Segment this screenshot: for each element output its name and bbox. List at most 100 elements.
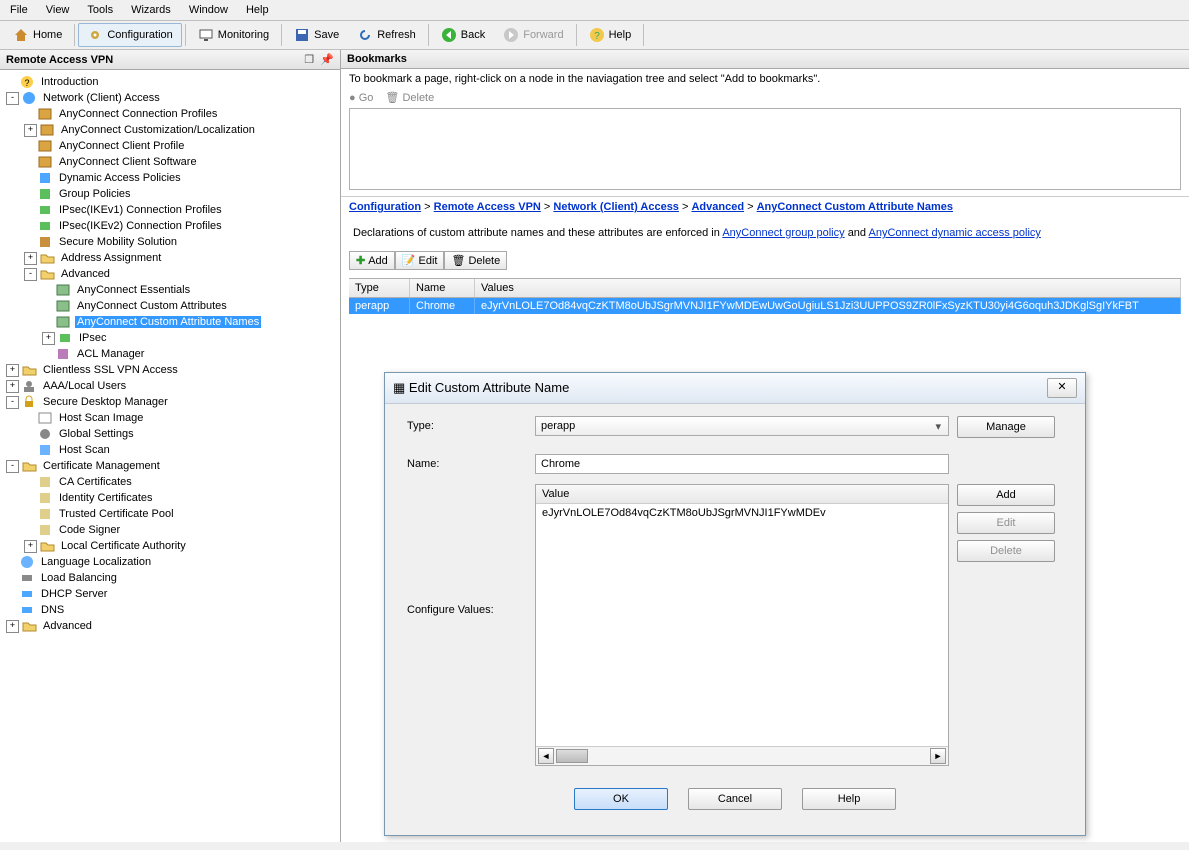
value-add-button[interactable]: Add bbox=[957, 484, 1055, 506]
scroll-left-icon[interactable]: ◄ bbox=[538, 748, 554, 764]
tree-node-advanced[interactable]: +Advanced bbox=[2, 618, 338, 634]
lang-icon bbox=[20, 555, 36, 569]
tree-node-ipsec[interactable]: +IPsec bbox=[2, 330, 338, 346]
dialog-close-button[interactable]: ✕ bbox=[1047, 378, 1077, 398]
tree-expander-icon[interactable]: - bbox=[6, 396, 19, 409]
tree-node-anyconnect-custom-attributes[interactable]: AnyConnect Custom Attributes bbox=[2, 298, 338, 314]
tree-expander-icon[interactable]: + bbox=[24, 124, 37, 137]
home-button[interactable]: Home bbox=[4, 23, 71, 47]
breadcrumb-advanced[interactable]: Advanced bbox=[691, 201, 744, 213]
tree-node-host-scan-image[interactable]: Host Scan Image bbox=[2, 410, 338, 426]
menu-file[interactable]: File bbox=[10, 4, 28, 16]
menu-window[interactable]: Window bbox=[189, 4, 228, 16]
type-select[interactable] bbox=[535, 416, 949, 436]
tree-node-certificate-management[interactable]: -Certificate Management bbox=[2, 458, 338, 474]
tree-node-ipsec-ikev2-connection-profiles[interactable]: IPsec(IKEv2) Connection Profiles bbox=[2, 218, 338, 234]
dialog-help-button[interactable]: Help bbox=[802, 788, 896, 810]
tree-expander-icon[interactable]: + bbox=[42, 332, 55, 345]
tree-node-identity-certificates[interactable]: Identity Certificates bbox=[2, 490, 338, 506]
forward-button[interactable]: Forward bbox=[494, 23, 572, 47]
add-attr-button[interactable]: ✚ Add bbox=[349, 251, 395, 270]
bookmarks-go-button[interactable]: ● Go bbox=[349, 92, 373, 104]
tree-expander-icon[interactable]: + bbox=[24, 540, 37, 553]
tree-node-advanced[interactable]: -Advanced bbox=[2, 266, 338, 282]
configuration-button[interactable]: Configuration bbox=[78, 23, 181, 47]
ok-button[interactable]: OK bbox=[574, 788, 668, 810]
bookmarks-listbox[interactable] bbox=[349, 108, 1181, 190]
tree-node-group-policies[interactable]: Group Policies bbox=[2, 186, 338, 202]
back-button[interactable]: Back bbox=[432, 23, 494, 47]
tree-node-secure-mobility-solution[interactable]: Secure Mobility Solution bbox=[2, 234, 338, 250]
tree-node-host-scan[interactable]: Host Scan bbox=[2, 442, 338, 458]
tree-node-clientless-ssl-vpn-access[interactable]: +Clientless SSL VPN Access bbox=[2, 362, 338, 378]
trash-icon: 🗑 bbox=[451, 254, 465, 267]
tree-node-introduction[interactable]: ?Introduction bbox=[2, 74, 338, 90]
breadcrumb-ravpn[interactable]: Remote Access VPN bbox=[434, 201, 541, 213]
breadcrumb-nca[interactable]: Network (Client) Access bbox=[553, 201, 679, 213]
tree-expander-icon[interactable]: + bbox=[6, 364, 19, 377]
scroll-thumb[interactable] bbox=[556, 749, 588, 763]
tree-node-trusted-certificate-pool[interactable]: Trusted Certificate Pool bbox=[2, 506, 338, 522]
tree-node-dns[interactable]: DNS bbox=[2, 602, 338, 618]
dap-link[interactable]: AnyConnect dynamic access policy bbox=[869, 227, 1041, 239]
menu-help[interactable]: Help bbox=[246, 4, 269, 16]
value-edit-button[interactable]: Edit bbox=[957, 512, 1055, 534]
tree-node-address-assignment[interactable]: +Address Assignment bbox=[2, 250, 338, 266]
group-policy-link[interactable]: AnyConnect group policy bbox=[722, 227, 844, 239]
delete-attr-button[interactable]: 🗑 Delete bbox=[444, 251, 507, 270]
breadcrumb-configuration[interactable]: Configuration bbox=[349, 201, 421, 213]
tree-node-acl-manager[interactable]: ACL Manager bbox=[2, 346, 338, 362]
cancel-button[interactable]: Cancel bbox=[688, 788, 782, 810]
tree-node-anyconnect-client-profile[interactable]: AnyConnect Client Profile bbox=[2, 138, 338, 154]
name-input[interactable] bbox=[535, 454, 949, 474]
value-delete-button[interactable]: Delete bbox=[957, 540, 1055, 562]
tree-node-language-localization[interactable]: Language Localization bbox=[2, 554, 338, 570]
refresh-button[interactable]: Refresh bbox=[348, 23, 425, 47]
menu-wizards[interactable]: Wizards bbox=[131, 4, 171, 16]
tree-node-dynamic-access-policies[interactable]: Dynamic Access Policies bbox=[2, 170, 338, 186]
manage-button[interactable]: Manage bbox=[957, 416, 1055, 438]
tree-node-anyconnect-customization-localization[interactable]: +AnyConnect Customization/Localization bbox=[2, 122, 338, 138]
value-row[interactable]: eJyrVnLOLE7Od84vqCzKTM8oUbJSgrMVNJI1FYwM… bbox=[536, 504, 948, 522]
menu-view[interactable]: View bbox=[46, 4, 70, 16]
tree-node-network-client-access[interactable]: -Network (Client) Access bbox=[2, 90, 338, 106]
tree-node-label: AnyConnect Essentials bbox=[75, 284, 192, 296]
tree-expander-icon[interactable]: - bbox=[24, 268, 37, 281]
attr-table-row[interactable]: perapp Chrome eJyrVnLOLE7Od84vqCzKTM8oUb… bbox=[349, 298, 1181, 314]
edit-attr-button[interactable]: 📝 Edit bbox=[395, 251, 445, 270]
tree-node-ca-certificates[interactable]: CA Certificates bbox=[2, 474, 338, 490]
navigation-tree[interactable]: ?Introduction-Network (Client) AccessAny… bbox=[0, 70, 340, 842]
tree-node-load-balancing[interactable]: Load Balancing bbox=[2, 570, 338, 586]
values-listbox[interactable]: Value eJyrVnLOLE7Od84vqCzKTM8oUbJSgrMVNJ… bbox=[535, 484, 949, 766]
tree-expander-icon[interactable]: + bbox=[6, 620, 19, 633]
tree-expander-icon[interactable]: - bbox=[6, 92, 19, 105]
restore-pane-icon[interactable]: ❐ bbox=[304, 54, 314, 66]
name-label: Name: bbox=[407, 454, 527, 470]
help-button[interactable]: ? Help bbox=[580, 23, 641, 47]
pin-icon[interactable]: 📌 bbox=[320, 54, 334, 66]
tree-expander-icon bbox=[24, 509, 35, 520]
tree-node-secure-desktop-manager[interactable]: -Secure Desktop Manager bbox=[2, 394, 338, 410]
bookmarks-delete-button[interactable]: 🗑 Delete bbox=[385, 91, 434, 104]
values-hscroll[interactable]: ◄ ► bbox=[536, 746, 948, 765]
tree-node-anyconnect-essentials[interactable]: AnyConnect Essentials bbox=[2, 282, 338, 298]
cert-icon bbox=[38, 523, 54, 537]
tree-node-label: DHCP Server bbox=[39, 588, 109, 600]
tree-node-global-settings[interactable]: Global Settings bbox=[2, 426, 338, 442]
tree-expander-icon[interactable]: + bbox=[6, 380, 19, 393]
tree-node-anyconnect-client-software[interactable]: AnyConnect Client Software bbox=[2, 154, 338, 170]
tree-node-local-certificate-authority[interactable]: +Local Certificate Authority bbox=[2, 538, 338, 554]
menu-tools[interactable]: Tools bbox=[87, 4, 113, 16]
tree-node-aaa-local-users[interactable]: +AAA/Local Users bbox=[2, 378, 338, 394]
tree-node-ipsec-ikev1-connection-profiles[interactable]: IPsec(IKEv1) Connection Profiles bbox=[2, 202, 338, 218]
tree-node-dhcp-server[interactable]: DHCP Server bbox=[2, 586, 338, 602]
save-button[interactable]: Save bbox=[285, 23, 348, 47]
tree-node-anyconnect-connection-profiles[interactable]: AnyConnect Connection Profiles bbox=[2, 106, 338, 122]
tree-node-anyconnect-custom-attribute-names[interactable]: AnyConnect Custom Attribute Names bbox=[2, 314, 338, 330]
scroll-right-icon[interactable]: ► bbox=[930, 748, 946, 764]
monitoring-button[interactable]: Monitoring bbox=[189, 23, 278, 47]
tree-expander-icon[interactable]: + bbox=[24, 252, 37, 265]
tree-expander-icon[interactable]: - bbox=[6, 460, 19, 473]
tree-node-code-signer[interactable]: Code Signer bbox=[2, 522, 338, 538]
tree-node-label: Introduction bbox=[39, 76, 100, 88]
